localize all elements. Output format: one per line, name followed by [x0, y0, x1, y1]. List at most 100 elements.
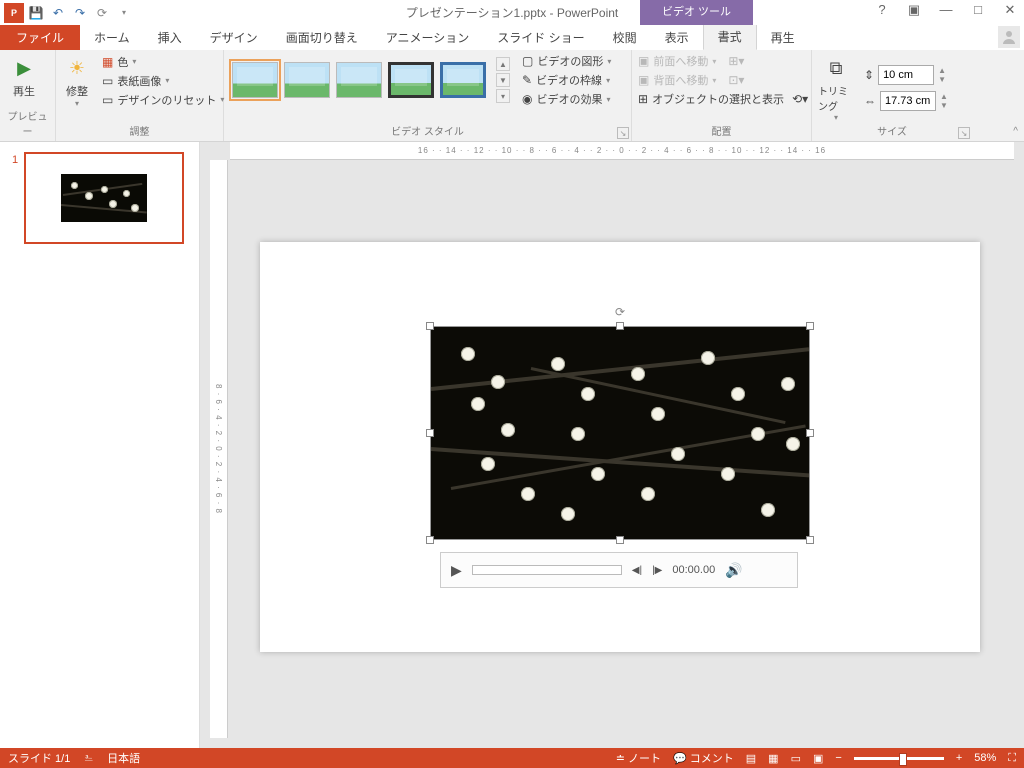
minimize-icon[interactable]: — — [936, 2, 956, 18]
group-arrange: ▣ 前面へ移動 ▾ ⊞▾ ▣ 背面へ移動 ▾ ⊡▾ ⊞ オブジェクトの選択と表示… — [632, 50, 812, 141]
play-icon: ▶ — [9, 53, 39, 83]
width-field[interactable] — [880, 91, 936, 111]
height-input[interactable]: ⇕▲▼ — [864, 65, 948, 85]
tab-review[interactable]: 校閲 — [599, 25, 651, 50]
window-controls: ? ▣ — □ ✕ — [872, 2, 1020, 18]
resize-handle[interactable] — [806, 536, 814, 544]
gallery-more-icon[interactable]: ▾ — [496, 89, 510, 103]
align-icon[interactable]: ⊞▾ — [728, 54, 744, 68]
rotate-handle-icon[interactable]: ⟳ — [615, 305, 625, 319]
video-effects-button[interactable]: ◉ ビデオの効果 ▾ — [522, 91, 611, 107]
gallery-up-icon[interactable]: ▲ — [496, 57, 510, 71]
resize-handle[interactable] — [426, 536, 434, 544]
tab-slideshow[interactable]: スライド ショー — [483, 25, 598, 50]
poster-frame-button[interactable]: ▭ 表紙画像 ▾ — [102, 73, 224, 89]
tab-animation[interactable]: アニメーション — [372, 25, 484, 50]
player-volume-icon[interactable]: 🔊 — [725, 562, 742, 579]
view-normal-icon[interactable]: ▤ — [746, 752, 756, 765]
view-slideshow-icon[interactable]: ▣ — [813, 752, 823, 765]
redo-icon[interactable]: ↷ — [70, 3, 90, 23]
player-track[interactable] — [472, 565, 622, 575]
resize-handle[interactable] — [616, 322, 624, 330]
tab-home[interactable]: ホーム — [80, 25, 144, 50]
border-icon: ✎ — [522, 73, 532, 87]
play-label: 再生 — [13, 83, 35, 99]
save-icon[interactable]: 💾 — [26, 3, 46, 23]
chevron-down-icon: ▾ — [75, 99, 79, 108]
ruler-horizontal: 16 · · 14 · · 12 · · 10 · · 8 · · 6 · · … — [230, 142, 1014, 160]
ribbon-tabs: ファイル ホーム 挿入 デザイン 画面切り替え アニメーション スライド ショー… — [0, 25, 1024, 50]
quick-access: P 💾 ↶ ↷ ⟳ ▾ — [0, 3, 134, 23]
spellcheck-icon[interactable]: ⎁ — [84, 752, 93, 765]
tab-design[interactable]: デザイン — [196, 25, 272, 50]
zoom-out-icon[interactable]: − — [835, 752, 841, 764]
tab-playback[interactable]: 再生 — [757, 25, 809, 50]
resize-handle[interactable] — [426, 322, 434, 330]
selection-pane-button[interactable]: ⊞ オブジェクトの選択と表示 ⟲▾ — [638, 91, 805, 107]
style-thumb-1[interactable] — [232, 62, 278, 98]
player-next-frame-icon[interactable]: |▶ — [652, 565, 662, 576]
video-player-bar: ▶ ◀| |▶ 00:00.00 🔊 — [440, 552, 798, 588]
fit-window-icon[interactable]: ⛶ — [1008, 752, 1016, 765]
color-button[interactable]: ▦ 色 ▾ — [102, 54, 224, 70]
zoom-level[interactable]: 58% — [974, 752, 996, 764]
notes-button[interactable]: ≐ ノート — [616, 750, 661, 766]
play-button[interactable]: ▶ 再生 — [6, 53, 42, 99]
help-icon[interactable]: ? — [872, 2, 892, 18]
ribbon-display-icon[interactable]: ▣ — [904, 2, 924, 18]
collapse-ribbon-icon[interactable]: ^ — [1013, 126, 1018, 137]
maximize-icon[interactable]: □ — [968, 2, 988, 18]
player-prev-frame-icon[interactable]: ◀| — [632, 565, 642, 576]
group-video-styles: ▲ ▼ ▾ ▢ ビデオの図形 ▾ ✎ ビデオの枠線 ▾ ◉ ビデオの効果 ▾ ビ… — [224, 50, 632, 141]
style-thumb-3[interactable] — [336, 62, 382, 98]
undo-icon[interactable]: ↶ — [48, 3, 68, 23]
style-thumb-2[interactable] — [284, 62, 330, 98]
height-field[interactable] — [878, 65, 934, 85]
crop-button[interactable]: ⧉ トリミング ▾ — [818, 53, 854, 122]
player-play-icon[interactable]: ▶ — [451, 562, 462, 579]
video-border-button[interactable]: ✎ ビデオの枠線 ▾ — [522, 72, 611, 88]
width-input[interactable]: ⇔▲▼ — [864, 91, 948, 111]
size-dialog-launcher[interactable]: ↘ — [958, 127, 970, 139]
repeat-icon[interactable]: ⟳ — [92, 3, 112, 23]
style-thumb-4[interactable] — [388, 62, 434, 98]
tab-transition[interactable]: 画面切り替え — [272, 25, 372, 50]
close-icon[interactable]: ✕ — [1000, 2, 1020, 18]
style-gallery[interactable] — [230, 58, 488, 102]
video-object[interactable]: ⟳ — [430, 326, 810, 540]
qat-more-icon[interactable]: ▾ — [114, 3, 134, 23]
workspace: 1 16 · · 14 · · 12 · · 10 · · 8 · · 6 · … — [0, 142, 1024, 748]
style-thumb-5[interactable] — [440, 62, 486, 98]
status-language[interactable]: 日本語 — [107, 750, 140, 766]
resize-handle[interactable] — [616, 536, 624, 544]
gallery-down-icon[interactable]: ▼ — [496, 73, 510, 87]
video-shape-button[interactable]: ▢ ビデオの図形 ▾ — [522, 53, 611, 69]
crop-icon: ⧉ — [821, 53, 851, 83]
corrections-button[interactable]: ☀ 修整 ▾ — [62, 53, 92, 108]
resize-handle[interactable] — [806, 429, 814, 437]
crop-label: トリミング — [818, 83, 854, 113]
view-sorter-icon[interactable]: ▦ — [768, 752, 778, 765]
tab-file[interactable]: ファイル — [0, 25, 80, 50]
tab-insert[interactable]: 挿入 — [144, 25, 196, 50]
reset-design-button[interactable]: ▭ デザインのリセット ▾ — [102, 92, 224, 108]
group-styles-label: ビデオ スタイル — [230, 123, 625, 140]
status-slide: スライド 1/1 — [8, 750, 70, 766]
slide-canvas[interactable]: ⟳ — [260, 242, 980, 652]
comments-button[interactable]: 💬 コメント — [673, 750, 734, 766]
rotate-icon[interactable]: ⟲▾ — [792, 92, 808, 106]
tab-format[interactable]: 書式 — [703, 23, 757, 50]
resize-handle[interactable] — [426, 429, 434, 437]
statusbar: スライド 1/1 ⎁ 日本語 ≐ ノート 💬 コメント ▤ ▦ ▭ ▣ − + … — [0, 748, 1024, 768]
zoom-in-icon[interactable]: + — [956, 752, 962, 764]
zoom-slider[interactable] — [854, 757, 944, 760]
slide-thumb-1[interactable]: 1 — [24, 152, 184, 244]
tab-view[interactable]: 表示 — [651, 25, 703, 50]
height-icon: ⇕ — [864, 68, 874, 82]
effects-icon: ◉ — [522, 92, 532, 106]
group-size-label: サイズ — [818, 123, 966, 140]
user-profile-icon[interactable] — [998, 26, 1020, 48]
view-reading-icon[interactable]: ▭ — [791, 752, 801, 765]
resize-handle[interactable] — [806, 322, 814, 330]
styles-dialog-launcher[interactable]: ↘ — [617, 127, 629, 139]
